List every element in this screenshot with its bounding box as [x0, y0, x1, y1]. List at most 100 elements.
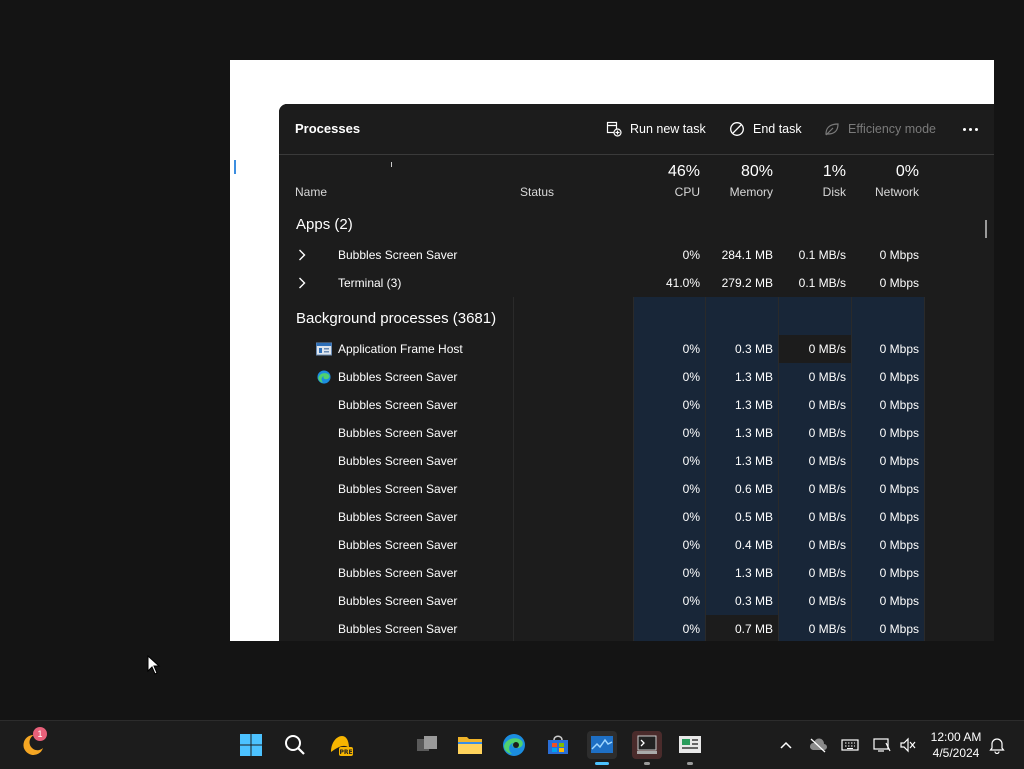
table-row[interactable]: Bubbles Screen Saver 0% 0.3 MB 0 MB/s 0 Mbps: [279, 587, 929, 615]
table-row[interactable]: Bubbles Screen Saver 0% 0.6 MB 0 MB/s 0 Mbps: [279, 475, 929, 503]
table-row[interactable]: Bubbles Screen Saver 0% 1.3 MB 0 MB/s 0 Mbps: [279, 363, 929, 391]
table-row[interactable]: Bubbles Screen Saver 0% 0.4 MB 0 MB/s 0 Mbps: [279, 531, 929, 559]
memory-value: 1.3 MB: [734, 370, 773, 384]
memory-value: 1.3 MB: [734, 426, 773, 440]
chevron-right-icon[interactable]: [296, 276, 308, 290]
notification-bell-icon[interactable]: [987, 735, 1007, 755]
memory-value: 0.4 MB: [734, 538, 773, 552]
notification-badge: 1: [33, 727, 47, 741]
run-new-task-label: Run new task: [630, 122, 706, 136]
process-name: Bubbles Screen Saver: [338, 426, 458, 440]
clock-date: 4/5/2024: [932, 746, 980, 760]
cpu-value: 0%: [682, 426, 700, 440]
disk-value: 0.1 MB/s: [798, 248, 846, 262]
column-memory[interactable]: Memory: [703, 185, 773, 199]
more-options-icon[interactable]: [959, 119, 981, 139]
copilot-pre-icon[interactable]: PRE: [326, 731, 354, 759]
sort-indicator: [391, 162, 392, 167]
network-value: 0 Mbps: [879, 426, 919, 440]
task-view-icon[interactable]: [413, 731, 441, 759]
volume-muted-icon[interactable]: [898, 735, 918, 755]
memory-percent: 80%: [740, 163, 773, 180]
terminal-icon[interactable]: [632, 731, 662, 765]
memory-value: 0.3 MB: [734, 342, 773, 356]
start-icon[interactable]: [237, 731, 265, 759]
memory-value: 284.1 MB: [721, 248, 773, 262]
column-header-row: Name Status 46% CPU 80% Memory 1% Disk 0…: [279, 155, 994, 205]
cpu-value: 0%: [682, 398, 700, 412]
process-name: Bubbles Screen Saver: [338, 398, 458, 412]
network-value: 0 Mbps: [879, 510, 919, 524]
keyboard-icon[interactable]: [840, 735, 860, 755]
network-icon[interactable]: [872, 735, 892, 755]
open-indicator: [687, 762, 693, 765]
disk-value: 0 MB/s: [808, 538, 846, 552]
svg-text:PRE: PRE: [339, 749, 352, 756]
process-name: Bubbles Screen Saver: [338, 538, 458, 552]
disk-percent: 1%: [822, 163, 846, 180]
process-name: Application Frame Host: [338, 342, 463, 356]
network-value: 0 Mbps: [879, 398, 919, 412]
process-name: Bubbles Screen Saver: [338, 566, 458, 580]
table-row[interactable]: Application Frame Host 0% 0.3 MB 0 MB/s 0 Mb…: [279, 335, 929, 363]
network-value: 0 Mbps: [879, 622, 919, 636]
run-new-task-button[interactable]: Run new task: [605, 119, 706, 139]
microsoft-store-icon[interactable]: [544, 731, 572, 759]
memory-value: 1.3 MB: [734, 566, 773, 580]
disk-value: 0 MB/s: [808, 454, 846, 468]
network-value: 0 Mbps: [879, 248, 919, 262]
disk-value: 0 MB/s: [808, 482, 846, 496]
active-indicator: [595, 762, 609, 765]
scrollbar-thumb[interactable]: [985, 220, 987, 238]
column-name[interactable]: Name: [295, 185, 327, 199]
edge-browser-icon[interactable]: [500, 731, 528, 759]
search-icon[interactable]: [281, 731, 309, 759]
column-network[interactable]: Network: [849, 185, 919, 199]
network-value: 0 Mbps: [879, 454, 919, 468]
efficiency-mode-button[interactable]: Efficiency mode: [823, 119, 936, 139]
network-percent: 0%: [895, 163, 919, 180]
chevron-up-icon[interactable]: [776, 735, 796, 755]
memory-value: 0.7 MB: [734, 622, 773, 636]
cpu-value: 0%: [682, 454, 700, 468]
memory-value: 0.6 MB: [734, 482, 773, 496]
group-header-background[interactable]: Background processes (3681): [296, 310, 496, 327]
table-row[interactable]: Bubbles Screen Saver 0% 0.7 MB 0 MB/s 0 Mbps: [279, 615, 929, 641]
table-row[interactable]: Bubbles Screen Saver 0% 284.1 MB 0.1 MB/…: [279, 241, 929, 269]
network-value: 0 Mbps: [879, 538, 919, 552]
cpu-value: 0%: [682, 538, 700, 552]
task-manager-icon[interactable]: [587, 731, 617, 765]
system-clock[interactable]: 12:00 AM 4/5/2024: [926, 729, 986, 761]
focus-marker: [234, 160, 236, 174]
table-row[interactable]: Terminal (3) 41.0% 279.2 MB 0.1 MB/s 0 M…: [279, 269, 929, 297]
cpu-value: 0%: [682, 510, 700, 524]
table-row[interactable]: Bubbles Screen Saver 0% 1.3 MB 0 MB/s 0 Mbps: [279, 419, 929, 447]
column-disk[interactable]: Disk: [776, 185, 846, 199]
file-explorer-icon[interactable]: [456, 731, 484, 759]
command-bar: Processes Run new task End task Efficien…: [279, 104, 994, 155]
widgets-weather-icon[interactable]: 1: [19, 727, 47, 759]
network-value: 0 Mbps: [879, 594, 919, 608]
network-value: 0 Mbps: [879, 566, 919, 580]
column-cpu[interactable]: CPU: [630, 185, 700, 199]
process-name: Bubbles Screen Saver: [338, 510, 458, 524]
process-name: Bubbles Screen Saver: [338, 454, 458, 468]
cloud-offline-icon[interactable]: [808, 735, 828, 755]
news-app-icon[interactable]: [676, 731, 704, 765]
cpu-value: 41.0%: [665, 276, 700, 290]
memory-value: 1.3 MB: [734, 398, 773, 412]
table-row[interactable]: Bubbles Screen Saver 0% 1.3 MB 0 MB/s 0 Mbps: [279, 559, 929, 587]
chevron-right-icon[interactable]: [296, 248, 308, 262]
task-manager-panel: Processes Run new task End task Efficien…: [279, 104, 994, 641]
cpu-value: 0%: [682, 622, 700, 636]
disk-value: 0 MB/s: [808, 370, 846, 384]
table-row[interactable]: Bubbles Screen Saver 0% 1.3 MB 0 MB/s 0 Mbps: [279, 447, 929, 475]
table-row[interactable]: Bubbles Screen Saver 0% 0.5 MB 0 MB/s 0 Mbps: [279, 503, 929, 531]
process-name: Bubbles Screen Saver: [338, 622, 458, 636]
table-row[interactable]: Bubbles Screen Saver 0% 1.3 MB 0 MB/s 0 Mbps: [279, 391, 929, 419]
column-status[interactable]: Status: [520, 185, 554, 199]
process-name: Bubbles Screen Saver: [338, 482, 458, 496]
process-name: Bubbles Screen Saver: [338, 594, 458, 608]
group-header-apps[interactable]: Apps (2): [296, 216, 353, 233]
end-task-button[interactable]: End task: [728, 119, 802, 139]
